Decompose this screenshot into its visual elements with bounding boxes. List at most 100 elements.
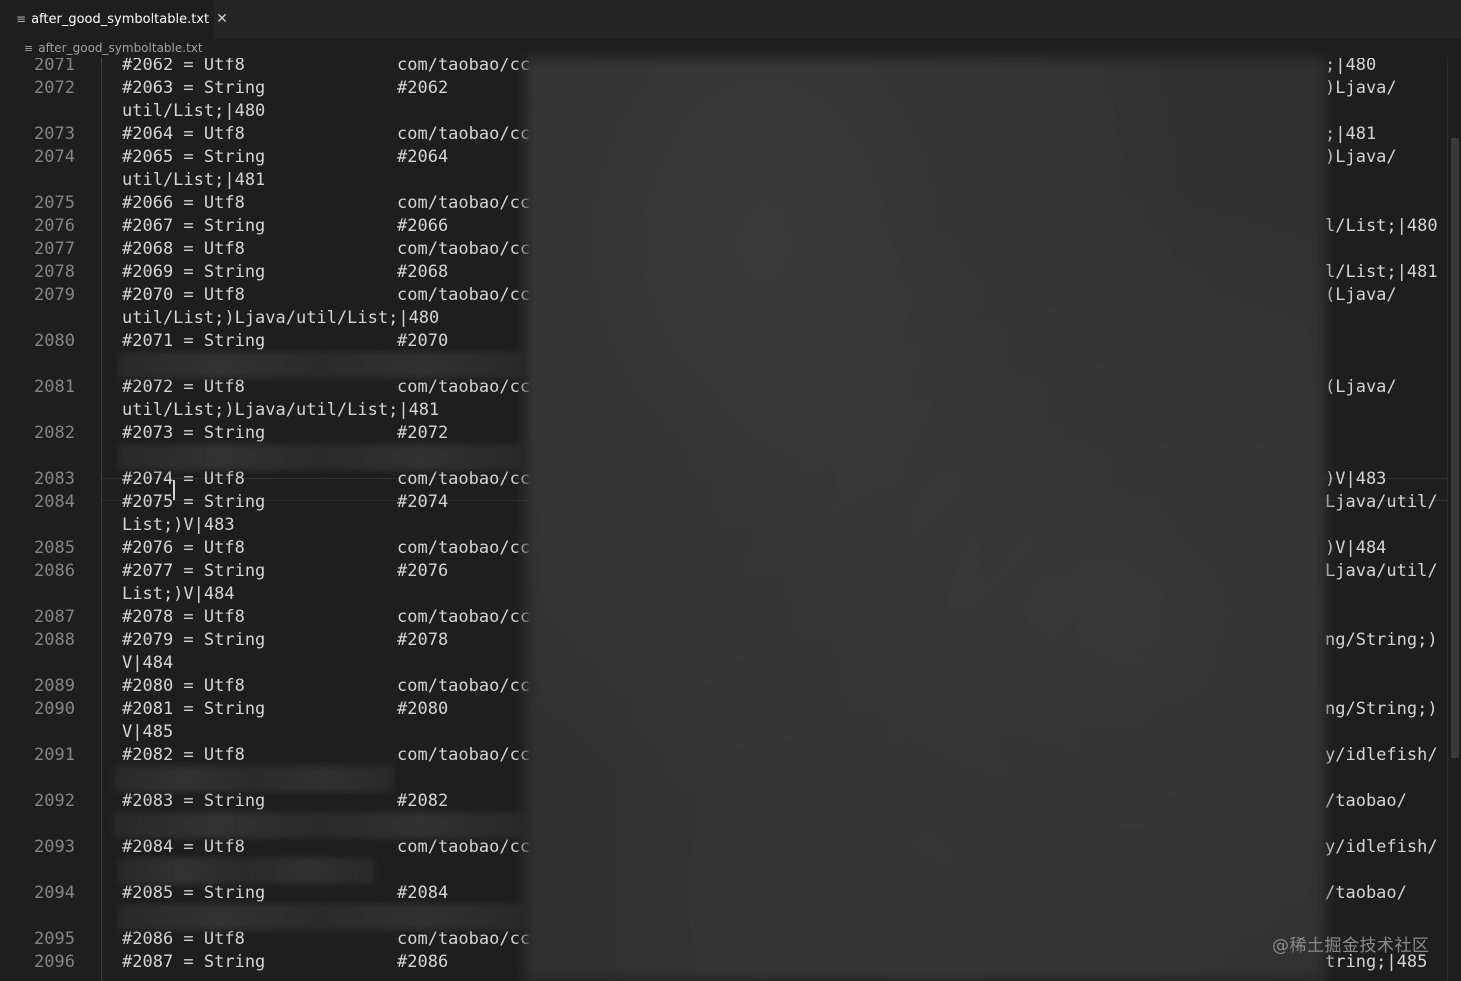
line-number: 2083 xyxy=(34,469,75,489)
redaction-strip xyxy=(114,812,525,838)
code-segment: com/taobao/cc xyxy=(397,239,531,259)
code-segment: com/taobao/cc xyxy=(397,193,531,213)
code-segment: ;|481 xyxy=(1325,124,1377,144)
code-segment: com/taobao/cc xyxy=(397,676,531,696)
tab-bar: ≡ after_good_symboltable.txt ✕ xyxy=(0,0,1461,39)
code-segment: #2069 = String xyxy=(122,262,266,282)
line-number: 2082 xyxy=(34,423,75,443)
code-segment: com/taobao/cc xyxy=(397,929,531,949)
code-segment: )Ljava/ xyxy=(1325,78,1397,98)
breadcrumb: ≡ after_good_symboltable.txt xyxy=(0,38,1461,58)
code-segment: V|485 xyxy=(122,722,174,742)
tab-after-good-symboltable[interactable]: ≡ after_good_symboltable.txt ✕ xyxy=(0,0,228,38)
code-segment: #2080 xyxy=(397,699,449,719)
line-number: 2085 xyxy=(34,538,75,558)
text-cursor xyxy=(173,480,175,500)
code-segment: #2085 = String xyxy=(122,883,266,903)
code-segment: com/taobao/cc xyxy=(397,745,531,765)
redaction-strip xyxy=(118,904,525,930)
code-segment: #2068 = Utf8 xyxy=(122,239,245,259)
line-number: 2078 xyxy=(34,262,75,282)
code-segment: l/List;|480 xyxy=(1325,216,1438,236)
code-segment: #2066 xyxy=(397,216,449,236)
line-number: 2079 xyxy=(34,285,75,305)
code-segment: )V|484 xyxy=(1325,538,1387,558)
tab-label: after_good_symboltable.txt xyxy=(31,11,210,27)
code-segment: util/List;)Ljava/util/List;|481 xyxy=(122,400,440,420)
code-segment: V|484 xyxy=(122,653,174,673)
code-segment: #2064 xyxy=(397,147,449,167)
code-segment: #2063 = String xyxy=(122,78,266,98)
code-segment: (Ljava/ xyxy=(1325,377,1397,397)
vertical-scrollbar[interactable] xyxy=(1447,58,1461,981)
line-number: 2094 xyxy=(34,883,75,903)
line-number: 2084 xyxy=(34,492,75,512)
code-segment: #2062 = Utf8 xyxy=(122,58,245,75)
line-number: 2089 xyxy=(34,676,75,696)
code-segment: #2066 = Utf8 xyxy=(122,193,245,213)
code-segment: /taobao/ xyxy=(1325,791,1407,811)
code-segment: #2084 xyxy=(397,883,449,903)
code-segment: #2082 xyxy=(397,791,449,811)
code-segment: #2084 = Utf8 xyxy=(122,837,245,857)
code-segment: ng/String;) xyxy=(1325,630,1438,650)
code-segment: #2064 = Utf8 xyxy=(122,124,245,144)
code-segment: #2086 = Utf8 xyxy=(122,929,245,949)
gutter-divider xyxy=(101,58,102,981)
line-number: 2092 xyxy=(34,791,75,811)
line-number: 2091 xyxy=(34,745,75,765)
code-segment: #2074 = Utf8 xyxy=(122,469,245,489)
code-segment: com/taobao/cc xyxy=(397,58,531,75)
code-segment: com/taobao/cc xyxy=(397,607,531,627)
code-segment: #2072 xyxy=(397,423,449,443)
line-number: 2075 xyxy=(34,193,75,213)
code-segment: List;)V|483 xyxy=(122,515,235,535)
line-number: 2090 xyxy=(34,699,75,719)
line-number: 2072 xyxy=(34,78,75,98)
scrollbar-thumb[interactable] xyxy=(1451,138,1459,758)
code-segment: #2068 xyxy=(397,262,449,282)
code-segment: #2065 = String xyxy=(122,147,266,167)
breadcrumb-item-file[interactable]: after_good_symboltable.txt xyxy=(38,41,202,55)
code-segment: com/taobao/cc xyxy=(397,285,531,305)
code-segment: util/List;)Ljava/util/List;|480 xyxy=(122,308,440,328)
line-number: 2073 xyxy=(34,124,75,144)
line-number: 2077 xyxy=(34,239,75,259)
code-segment: #2074 xyxy=(397,492,449,512)
code-segment: Ljava/util/ xyxy=(1325,561,1438,581)
redaction-blur xyxy=(525,58,1325,981)
code-segment: l/List;|481 xyxy=(1325,262,1438,282)
line-number: 2080 xyxy=(34,331,75,351)
code-segment: #2080 = Utf8 xyxy=(122,676,245,696)
code-segment: #2079 = String xyxy=(122,630,266,650)
redaction-strip xyxy=(114,766,394,792)
line-number-gutter: 2071 2072 2073 2074 2075 2076 2077 2078 2079 2080… xyxy=(0,58,100,981)
code-segment: y/idlefish/ xyxy=(1325,745,1438,765)
code-segment: #2087 = String xyxy=(122,952,266,972)
code-segment: )Ljava/ xyxy=(1325,147,1397,167)
code-segment: )V|483 xyxy=(1325,469,1387,489)
code-segment: (Ljava/ xyxy=(1325,285,1397,305)
code-segment: #2067 = String xyxy=(122,216,266,236)
line-number: 2088 xyxy=(34,630,75,650)
line-number: 2081 xyxy=(34,377,75,397)
code-segment: com/taobao/cc xyxy=(397,837,531,857)
code-segment: #2071 = String xyxy=(122,331,266,351)
line-number: 2086 xyxy=(34,561,75,581)
code-segment: #2072 = Utf8 xyxy=(122,377,245,397)
code-segment: com/taobao/cc xyxy=(397,124,531,144)
code-segment: com/taobao/cc xyxy=(397,538,531,558)
code-segment: #2081 = String xyxy=(122,699,266,719)
code-segment: #2070 xyxy=(397,331,449,351)
line-number: 2096 xyxy=(34,952,75,972)
code-segment: Ljava/util/ xyxy=(1325,492,1438,512)
code-segment: #2083 = String xyxy=(122,791,266,811)
line-number: 2071 xyxy=(34,58,75,75)
close-icon[interactable]: ✕ xyxy=(216,11,228,27)
code-segment: util/List;|481 xyxy=(122,170,266,190)
code-segment: com/taobao/cc xyxy=(397,377,531,397)
code-segment: ;|480 xyxy=(1325,58,1377,75)
redaction-strip xyxy=(118,352,525,378)
line-number: 2095 xyxy=(34,929,75,949)
code-segment: #2078 xyxy=(397,630,449,650)
